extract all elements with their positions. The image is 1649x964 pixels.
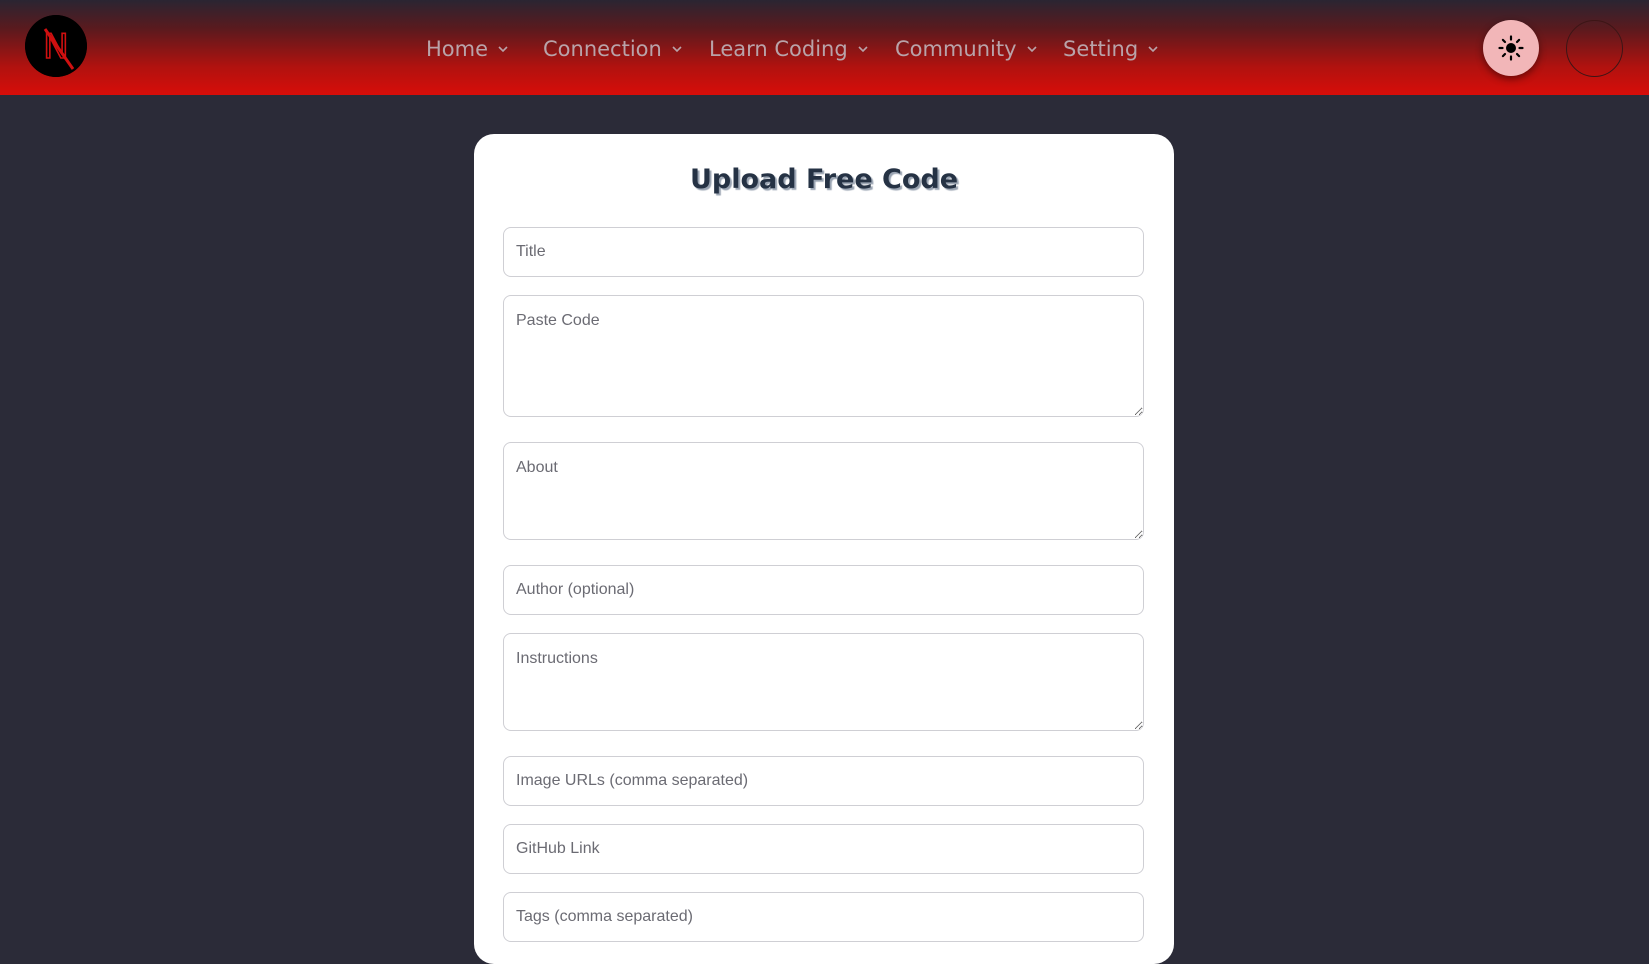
nav-item-label: Community bbox=[895, 37, 1017, 61]
nav-item-home[interactable]: Home bbox=[426, 32, 509, 66]
tags-input[interactable] bbox=[503, 892, 1144, 942]
instructions-textarea[interactable] bbox=[503, 633, 1144, 731]
about-textarea[interactable] bbox=[503, 442, 1144, 540]
upload-form-card: Upload Free Code bbox=[474, 134, 1174, 964]
image-urls-input[interactable] bbox=[503, 756, 1144, 806]
theme-toggle-button[interactable] bbox=[1483, 20, 1539, 76]
nav-item-label: Setting bbox=[1063, 37, 1139, 61]
logo[interactable]: N bbox=[25, 15, 87, 77]
user-avatar[interactable] bbox=[1566, 20, 1623, 77]
chevron-down-icon bbox=[497, 43, 509, 55]
nav-item-connection[interactable]: Connection bbox=[543, 32, 683, 66]
nav-item-learn-coding[interactable]: Learn Coding bbox=[709, 32, 869, 66]
github-link-input[interactable] bbox=[503, 824, 1144, 874]
nav-item-community[interactable]: Community bbox=[895, 32, 1038, 66]
nav-item-label: Learn Coding bbox=[709, 37, 848, 61]
nav-item-label: Home bbox=[426, 37, 489, 61]
nav-item-setting[interactable]: Setting bbox=[1063, 32, 1159, 66]
chevron-down-icon bbox=[1026, 43, 1038, 55]
nav-item-label: Connection bbox=[543, 37, 662, 61]
form-title: Upload Free Code bbox=[689, 164, 959, 195]
title-input[interactable] bbox=[503, 227, 1144, 277]
logo-icon: N bbox=[25, 15, 87, 77]
chevron-down-icon bbox=[857, 43, 869, 55]
paste-code-textarea[interactable] bbox=[503, 295, 1144, 417]
main-nav: Home Connection Learn Coding Community S… bbox=[0, 0, 1649, 95]
author-input[interactable] bbox=[503, 565, 1144, 615]
chevron-down-icon bbox=[671, 43, 683, 55]
chevron-down-icon bbox=[1147, 43, 1159, 55]
sun-icon bbox=[1498, 35, 1524, 61]
top-navbar: N Home Connection Learn Coding Community bbox=[0, 0, 1649, 95]
